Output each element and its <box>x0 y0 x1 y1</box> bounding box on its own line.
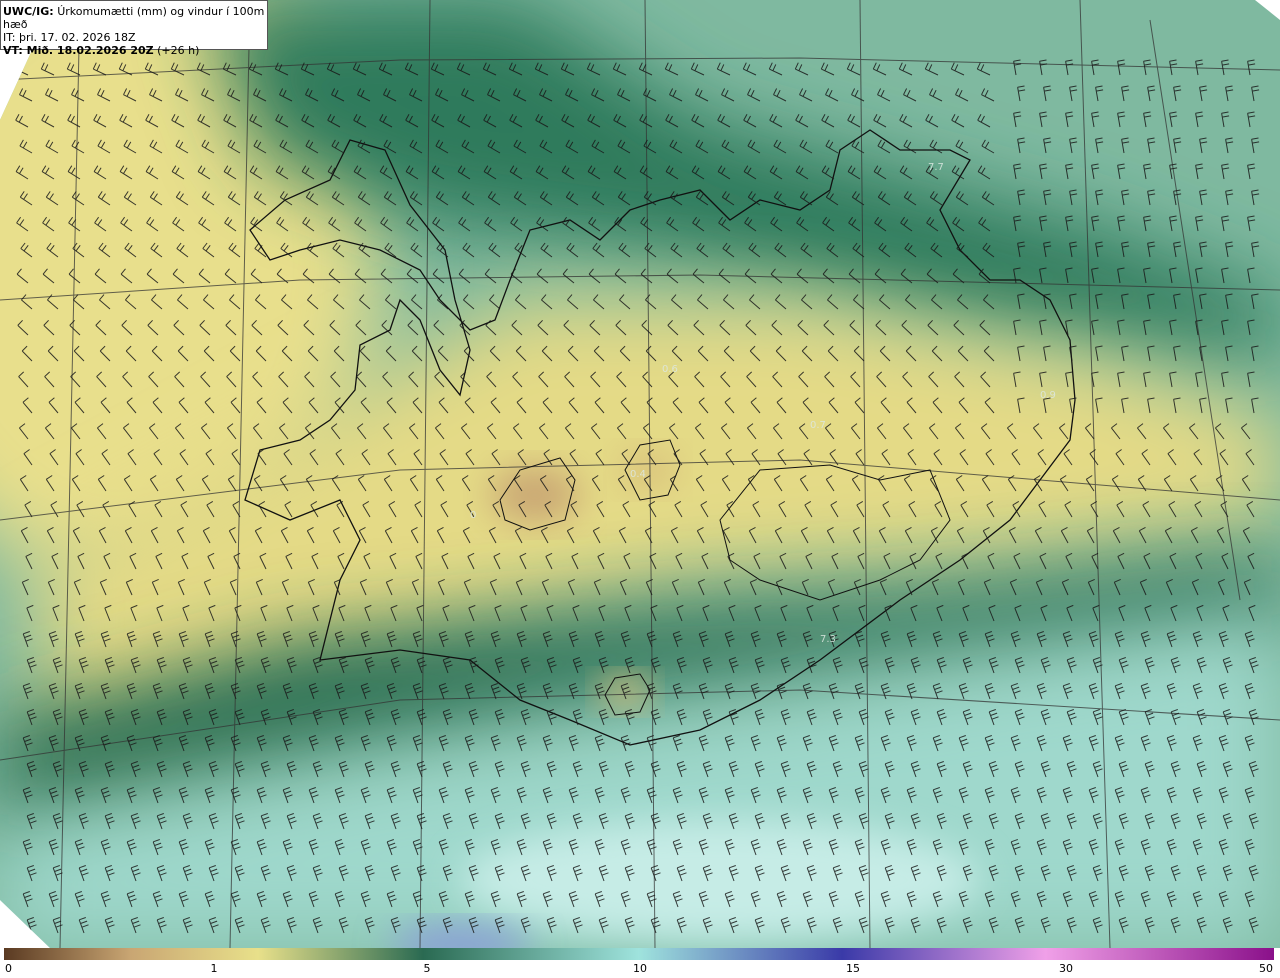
map-value-label: 0.7 <box>810 420 826 431</box>
precipitation-field: 7.7 0.6 0.9 0.4 0.7 0 7.3 <box>0 0 1280 948</box>
legend-tick: 0 <box>5 962 12 975</box>
map-value-label: 0.4 <box>630 469 646 480</box>
color-scale-bar <box>4 948 1274 960</box>
map-info-box: UWC/IG: Úrkomumætti (mm) og vindur í 100… <box>0 0 268 57</box>
map-value-label: 0 <box>470 510 476 521</box>
weather-map: 7.7 0.6 0.9 0.4 0.7 0 7.3 <box>0 0 1280 948</box>
valid-time-line: VT: Mið. 18.02.2026 20Z (+26 h) <box>3 44 267 57</box>
model-label: UWC/IG: <box>3 5 54 18</box>
legend-tick: 5 <box>423 962 431 975</box>
map-value-label: 0.6 <box>662 364 678 375</box>
map-value-label: 7.3 <box>820 634 836 645</box>
init-time: IT: þri. 17. 02. 2026 18Z <box>3 31 136 44</box>
legend-tick: 30 <box>1059 962 1073 975</box>
valid-time: VT: Mið. 18.02.2026 20Z <box>3 44 154 57</box>
legend-tick: 1 <box>210 962 218 975</box>
lead-time: (+26 h) <box>157 44 200 57</box>
legend-tick: 15 <box>846 962 860 975</box>
map-value-label: 7.7 <box>928 162 944 173</box>
title-line: UWC/IG: Úrkomumætti (mm) og vindur í 100… <box>3 5 267 31</box>
map-value-label: 0.9 <box>1040 390 1056 401</box>
color-scale-legend: 0 1 5 10 15 30 50 <box>0 948 1280 978</box>
legend-tick: 50 <box>1259 962 1273 975</box>
legend-tick: 10 <box>633 962 647 975</box>
